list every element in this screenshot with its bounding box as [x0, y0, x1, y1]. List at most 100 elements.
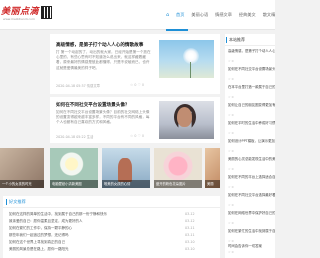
list-item-title[interactable]: 美丽的风景总是在路上，愿你一路阳光: [9, 247, 69, 252]
nav-item-home[interactable]: 首页: [176, 12, 184, 22]
divider: [3, 207, 220, 208]
gallery-item[interactable]: 电脑壁纸小清新美图: [50, 148, 98, 188]
sidebar-recommend: 本站推荐 高级情感，是第子打个动人人心的情歌故事 ☆ 0 如何在不同社交平台设置…: [225, 34, 275, 258]
sidebar-item-title[interactable]: 时间会告诉你一切答案: [228, 244, 275, 249]
sidebar-item[interactable]: 如何在网络世界中保护好自己的隐私 ☆ 0: [228, 211, 275, 229]
list-item[interactable]: 如何在繁忙的工作中，保持一颗平静的心 03-11: [9, 226, 209, 233]
list-item-date: 03-11: [185, 226, 195, 230]
sidebar-item-meta: ☆ 0: [228, 95, 234, 99]
sidebar-item-title[interactable]: 如何在网络世界中保护好自己的隐私: [228, 211, 275, 216]
gallery-caption: 美丽: [205, 180, 220, 188]
sidebar-item[interactable]: 在本平台里打造一款属于自己的个性头像 ☆ 0: [228, 85, 275, 103]
sidebar-item[interactable]: 美丽的心灵总能发现生活中的美好 ☆ 0: [228, 157, 275, 175]
sidebar-item-meta: ☆ 0: [228, 239, 234, 243]
sidebar-item-title[interactable]: 如何在不同社交平台选择最好看的头像: [228, 193, 275, 198]
sidebar-item-title[interactable]: 如何在繁忙的生活中找到属于自己的节奏: [228, 229, 275, 234]
sidebar-item-title[interactable]: 在本平台里打造一款属于自己的个性头像: [228, 85, 275, 90]
list-item-date: 03-10: [185, 247, 195, 251]
list-item-date: 03-11: [185, 233, 195, 237]
image-gallery: 一个小的女孩的时光 电脑壁纸小清新美图 唯美的女孩的心情 盛开的粉色花朵图片 美…: [0, 148, 220, 190]
sidebar-item-meta: ☆ 0: [228, 250, 234, 254]
sidebar-item-title[interactable]: 如何让自己的朋友圈变得更加有趣: [228, 103, 275, 108]
gallery-caption: 唯美的女孩的心情: [102, 180, 150, 188]
list-item[interactable]: 那些年我们一起追过的梦想，还记得吗 03-11: [9, 233, 209, 240]
list-item-title[interactable]: 如何在繁忙的工作中，保持一颗平静的心: [9, 226, 72, 231]
sidebar-item-meta: ☆ 0: [228, 131, 234, 135]
sidebar-item-title[interactable]: 如何在平时的生活中养成好习惯: [228, 121, 275, 126]
sidebar-item[interactable]: 如何在平时的生活中养成好习惯 ☆ 0: [228, 121, 275, 139]
logo-text: 美丽点滴: [1, 7, 40, 17]
list-item-date: 03-12: [185, 212, 195, 216]
nav-active-indicator: [166, 29, 188, 31]
section-title: 好文推荐: [9, 199, 26, 204]
nav-item-prose[interactable]: 散文精选: [263, 12, 275, 22]
sidebar-item-meta: ☆ 0: [228, 203, 234, 207]
article-title[interactable]: 高级情感，是第子打个动人人心的情歌故事: [56, 42, 143, 48]
recommend-list: 好文推荐 如何在这样的简单的生活中，找到属于自己的那一份宁静和快乐 03-12 …: [3, 196, 220, 258]
logo-subtitle: www.meilidiandi.com: [3, 17, 35, 21]
girl-image: [118, 158, 132, 182]
list-item-title[interactable]: 致亲爱的自己：愿你温柔且坚定，成为更好的人: [9, 219, 83, 224]
gallery-item[interactable]: 唯美的女孩的心情: [102, 148, 150, 188]
list-item-title[interactable]: 如何在这个世界上寻找到真正的自己: [9, 240, 65, 245]
article-title[interactable]: 如何在不同社交平台设置场景头像？: [56, 102, 130, 108]
sidebar-item[interactable]: 如何设计PPT模板，让演示更加出彩 ☆ 0: [228, 139, 275, 157]
sidebar-item-meta: ☆ 0: [228, 149, 234, 153]
sidebar-item-meta: ☆ 0: [228, 59, 234, 63]
list-item[interactable]: 致亲爱的自己：愿你温柔且坚定，成为更好的人 03-12: [9, 219, 209, 226]
article-stats: ☆ 0 ♡ 0: [130, 134, 145, 138]
dandelion-stem: [190, 62, 191, 78]
sidebar-item-meta: ☆ 0: [228, 167, 234, 171]
sidebar-item[interactable]: 如何在不同社交平台设置场景头像？ ☆ 0: [228, 67, 275, 85]
article-summary: 打 第一个动起的了，动出的就大家，已经开始是第一个放在心里的，有些心思有时不知道…: [56, 50, 151, 70]
main-nav: 首页 美丽心语 情感文章 经典美文 散文精选 生活 更多: [170, 12, 275, 22]
nav-item-heart-words[interactable]: 美丽心语: [191, 12, 208, 22]
list-item-title[interactable]: 如何在这样的简单的生活中，找到属于自己的那一份宁静和快乐: [9, 212, 107, 217]
nav-item-emotion[interactable]: 情感文章: [215, 12, 232, 22]
sidebar-item-title[interactable]: 如何在不同社交平台设置场景头像？: [228, 67, 275, 72]
list-item-date: 03-10: [185, 240, 195, 244]
list-item-date: 03-12: [185, 219, 195, 223]
gallery-caption: 电脑壁纸小清新美图: [50, 180, 98, 188]
sidebar-item[interactable]: 高级情感，是第子打个动人人心的情歌故事 ☆ 0: [228, 49, 275, 67]
article-meta: 2020-04-18 05:37 情感文章: [56, 84, 100, 88]
sidebar-item-meta: ☆ 0: [228, 185, 234, 189]
article-thumbnail[interactable]: [159, 40, 214, 78]
list-item-title[interactable]: 那些年我们一起追过的梦想，还记得吗: [9, 233, 69, 238]
sidebar-item-meta: ☆ 0: [228, 77, 234, 81]
home-icon: ⌂: [166, 12, 170, 18]
gallery-item[interactable]: 盛开的粉色花朵图片: [154, 148, 202, 188]
sidebar-item[interactable]: 如何在不同社交平台选择最好看的头像 ☆ 0: [228, 193, 275, 211]
gallery-caption: 一个小的女孩的时光: [0, 180, 44, 188]
sidebar-item[interactable]: 时间会告诉你一切答案 ☆ 0: [228, 244, 275, 256]
sidebar-item[interactable]: 如何让自己的朋友圈变得更加有趣 ☆ 0: [228, 103, 275, 121]
sidebar-item-meta: ☆ 0: [228, 221, 234, 225]
article-summary: 如何在不同社交平台设置场景头像？目前的社交网络上头像的设置变得越来越丰富多样，不…: [56, 110, 150, 125]
gallery-item[interactable]: 一个小的女孩的时光: [0, 148, 44, 188]
list-item[interactable]: 如何在这个世界上寻找到真正的自己 03-10: [9, 240, 209, 247]
section-marker: [6, 199, 7, 205]
qr-code-icon: [41, 6, 52, 19]
sidebar-item-title[interactable]: 美丽的心灵总能发现生活中的美好: [228, 157, 275, 162]
sidebar-title: 本站推荐: [229, 37, 245, 42]
sidebar-item[interactable]: 如何在不同的平台上选择适合自己的头像 ☆ 0: [228, 175, 275, 193]
list-item[interactable]: 如何在这样的简单的生活中，找到属于自己的那一份宁静和快乐 03-12: [9, 212, 209, 219]
section-marker: [226, 37, 227, 43]
article-card: 如何在不同社交平台设置场景头像？ 如何在不同社交平台设置场景头像？目前的社交网络…: [50, 97, 220, 143]
article-card: 高级情感，是第子打个动人人心的情歌故事 打 第一个动起的了，动出的就大家，已经开…: [50, 34, 220, 94]
nav-item-classic[interactable]: 经典美文: [239, 12, 256, 22]
page: 美丽点滴 www.meilidiandi.com ⌂ 首页 美丽心语 情感文章 …: [0, 0, 275, 258]
gallery-item[interactable]: 美丽: [205, 148, 220, 188]
sidebar-item-title[interactable]: 如何在不同的平台上选择适合自己的头像: [228, 175, 275, 180]
article-stats: ☆ 0 ♡ 0: [130, 83, 145, 87]
dandelion-image: [183, 48, 199, 64]
divider: [225, 45, 275, 46]
site-logo[interactable]: 美丽点滴 www.meilidiandi.com: [1, 2, 52, 26]
sidebar-item-title[interactable]: 高级情感，是第子打个动人人心的情歌故事: [228, 49, 275, 54]
portrait-image: [177, 107, 192, 127]
article-thumbnail[interactable]: [159, 101, 214, 139]
sidebar-item-title[interactable]: 如何设计PPT模板，让演示更加出彩: [228, 139, 275, 144]
article-meta: 2020-04-18 05:22 生活: [56, 135, 94, 139]
sidebar-item-meta: ☆ 0: [228, 113, 234, 117]
list-item[interactable]: 美丽的风景总是在路上，愿你一路阳光 03-10: [9, 247, 209, 254]
